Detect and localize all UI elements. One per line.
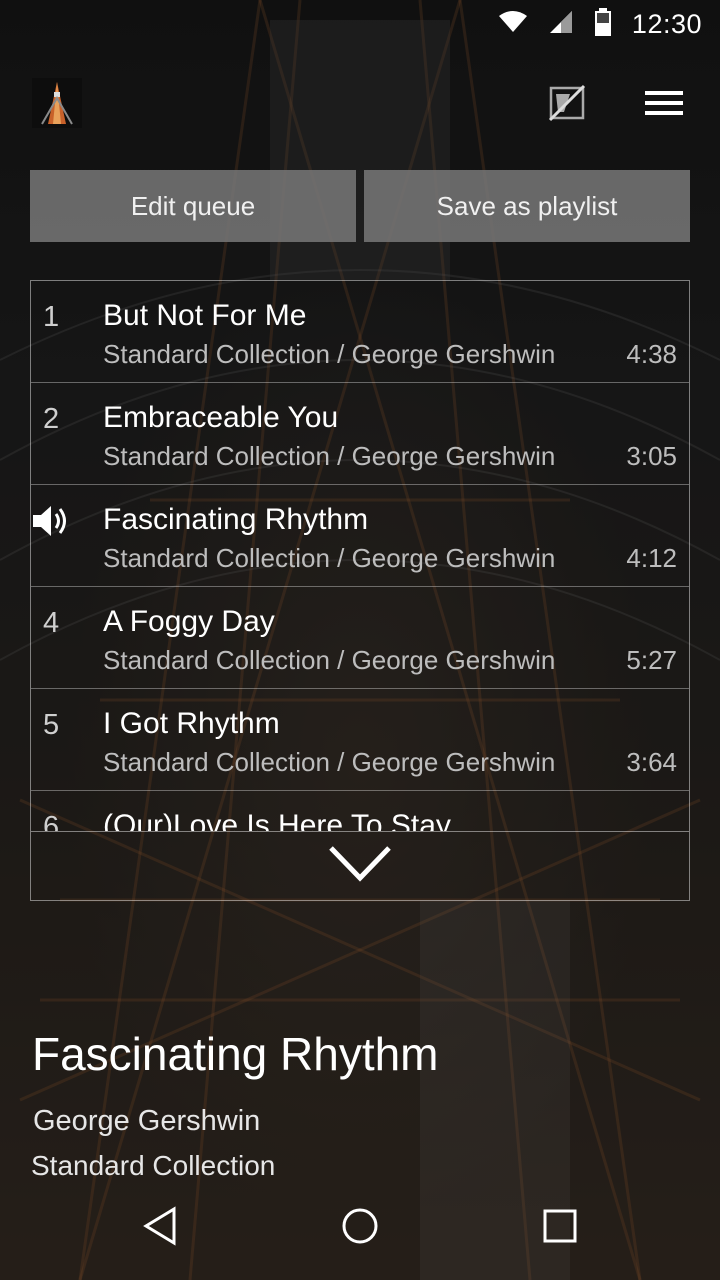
- home-button[interactable]: [330, 1198, 390, 1258]
- queue-row-now-playing[interactable]: Fascinating Rhythm Standard Collection /…: [31, 485, 689, 587]
- queue-row[interactable]: 2 Embraceable You Standard Collection / …: [31, 383, 689, 485]
- track-duration: 4:38: [626, 339, 677, 369]
- track-title: A Foggy Day: [103, 605, 275, 638]
- speaker-icon: [31, 501, 71, 541]
- track-subtitle: Standard Collection / George Gershwin: [103, 747, 556, 777]
- back-icon: [140, 1205, 180, 1251]
- chevron-down-icon: [327, 844, 393, 889]
- album-thumbnail[interactable]: [32, 78, 82, 128]
- track-subtitle: Standard Collection / George Gershwin: [103, 645, 556, 675]
- queue-list: 1 But Not For Me Standard Collection / G…: [30, 280, 690, 901]
- queue-row[interactable]: 6 (Our)Love Is Here To Stay: [31, 791, 689, 831]
- recents-button[interactable]: [530, 1198, 590, 1258]
- queue-row[interactable]: 4 A Foggy Day Standard Collection / Geor…: [31, 587, 689, 689]
- wifi-icon: [498, 10, 528, 39]
- track-subtitle: Standard Collection / George Gershwin: [103, 441, 556, 471]
- no-cast-icon[interactable]: [548, 84, 586, 122]
- track-number: 4: [43, 607, 60, 639]
- menu-icon[interactable]: [645, 84, 683, 122]
- edit-queue-button[interactable]: Edit queue: [30, 170, 356, 242]
- now-playing-title: Fascinating Rhythm: [32, 1028, 439, 1080]
- track-number: 2: [43, 403, 60, 435]
- track-duration: 5:27: [626, 645, 677, 675]
- track-duration: 3:64: [626, 747, 677, 777]
- track-title: I Got Rhythm: [103, 707, 280, 740]
- recents-icon: [540, 1206, 580, 1251]
- save-as-playlist-button[interactable]: Save as playlist: [364, 170, 690, 242]
- now-playing-artist: George Gershwin: [33, 1105, 261, 1137]
- track-duration: 4:12: [626, 543, 677, 573]
- track-title: Embraceable You: [103, 401, 339, 434]
- track-number: 5: [43, 709, 60, 741]
- signal-icon: [548, 9, 574, 40]
- track-title: Fascinating Rhythm: [103, 503, 369, 536]
- queue-row[interactable]: 1 But Not For Me Standard Collection / G…: [31, 281, 689, 383]
- track-duration: 3:05: [626, 441, 677, 471]
- home-icon: [340, 1206, 380, 1251]
- track-title: But Not For Me: [103, 299, 307, 332]
- now-playing-album: Standard Collection: [31, 1150, 276, 1181]
- edit-queue-label: Edit queue: [130, 190, 256, 221]
- track-title: (Our)Love Is Here To Stay: [103, 809, 451, 831]
- queue-row[interactable]: 5 I Got Rhythm Standard Collection / Geo…: [31, 689, 689, 791]
- back-button[interactable]: [130, 1198, 190, 1258]
- expand-queue-button[interactable]: [31, 831, 689, 900]
- battery-icon: [594, 8, 612, 41]
- status-time: 12:30: [631, 9, 702, 39]
- navigation-bar: [0, 1184, 720, 1280]
- track-number: 1: [43, 301, 60, 333]
- track-subtitle: Standard Collection / George Gershwin: [103, 543, 556, 573]
- track-number: 6: [43, 811, 60, 831]
- status-bar: 12:30: [0, 0, 720, 50]
- track-subtitle: Standard Collection / George Gershwin: [103, 339, 556, 369]
- save-as-playlist-label: Save as playlist: [436, 190, 618, 221]
